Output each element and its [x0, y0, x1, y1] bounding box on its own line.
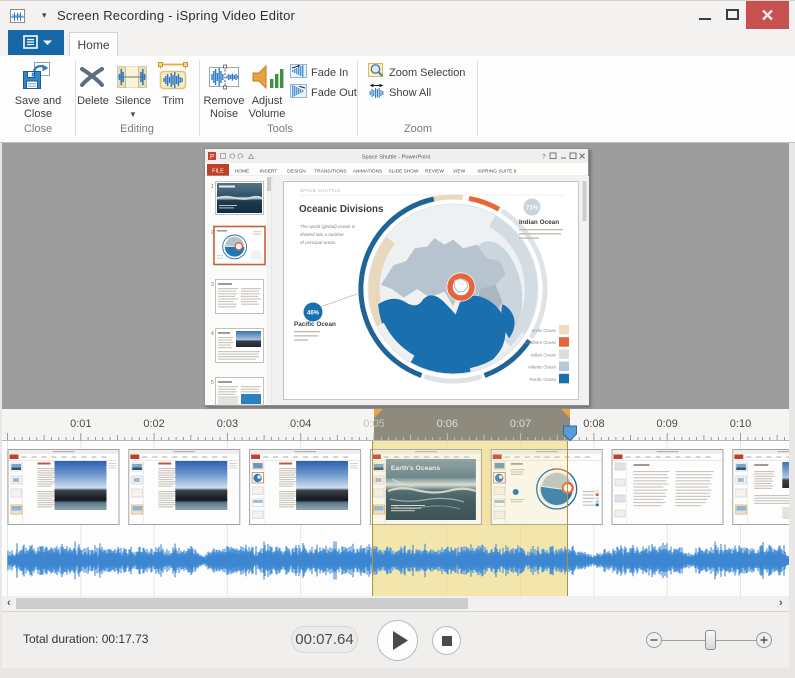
svg-text:0:06: 0:06 [437, 418, 458, 430]
svg-text:REVIEW: REVIEW [425, 169, 444, 175]
svg-text:Space Shuttle - PowerPoint: Space Shuttle - PowerPoint [362, 155, 431, 161]
svg-text:Indian Ocean: Indian Ocean [519, 219, 559, 226]
svg-text:71%: 71% [526, 206, 539, 212]
svg-text:SLIDE SHOW: SLIDE SHOW [388, 169, 419, 175]
svg-text:VIEW: VIEW [453, 169, 466, 175]
svg-text:divided into a number: divided into a number [300, 232, 344, 237]
svg-text:?: ? [542, 154, 546, 161]
svg-text:INSERT: INSERT [260, 169, 278, 175]
svg-text:0:09: 0:09 [656, 418, 677, 430]
svg-text:FILE: FILE [212, 169, 224, 175]
svg-text:0:01: 0:01 [70, 418, 91, 430]
svg-text:Southern Ocean: Southern Ocean [525, 340, 557, 345]
svg-text:Atlantic Ocean: Atlantic Ocean [528, 365, 557, 370]
svg-text:5: 5 [211, 380, 214, 386]
svg-text:0:05: 0:05 [363, 418, 384, 430]
svg-text:Oceanic Divisions: Oceanic Divisions [299, 204, 384, 215]
svg-text:0:07: 0:07 [510, 418, 531, 430]
svg-text:0:04: 0:04 [290, 418, 311, 430]
svg-text:SPACE SHUTTLE: SPACE SHUTTLE [300, 188, 341, 193]
svg-text:iSPRING SUITE 8: iSPRING SUITE 8 [478, 169, 517, 175]
svg-text:Arctic Ocean: Arctic Ocean [531, 328, 556, 333]
svg-text:Pacific Ocean: Pacific Ocean [294, 321, 336, 328]
svg-text:P: P [210, 155, 214, 161]
svg-text:0:02: 0:02 [143, 418, 164, 430]
svg-text:1: 1 [211, 184, 214, 190]
svg-text:of principal areas.: of principal areas. [300, 240, 336, 245]
svg-text:ANIMATIONS: ANIMATIONS [353, 169, 383, 175]
svg-text:HOME: HOME [235, 169, 249, 175]
svg-text:Indian Ocean: Indian Ocean [530, 352, 556, 357]
svg-text:TRANSITIONS: TRANSITIONS [314, 169, 346, 175]
svg-text:DESIGN: DESIGN [287, 169, 306, 175]
svg-text:0:03: 0:03 [217, 418, 238, 430]
svg-text:0:08: 0:08 [583, 418, 604, 430]
svg-text:Pacific Ocean: Pacific Ocean [529, 377, 556, 382]
svg-text:3: 3 [211, 282, 214, 288]
svg-text:46%: 46% [307, 311, 320, 317]
svg-text:4: 4 [211, 331, 214, 337]
svg-text:0:10: 0:10 [730, 418, 751, 430]
svg-text:The world (global) ocean is: The world (global) ocean is [300, 224, 356, 229]
